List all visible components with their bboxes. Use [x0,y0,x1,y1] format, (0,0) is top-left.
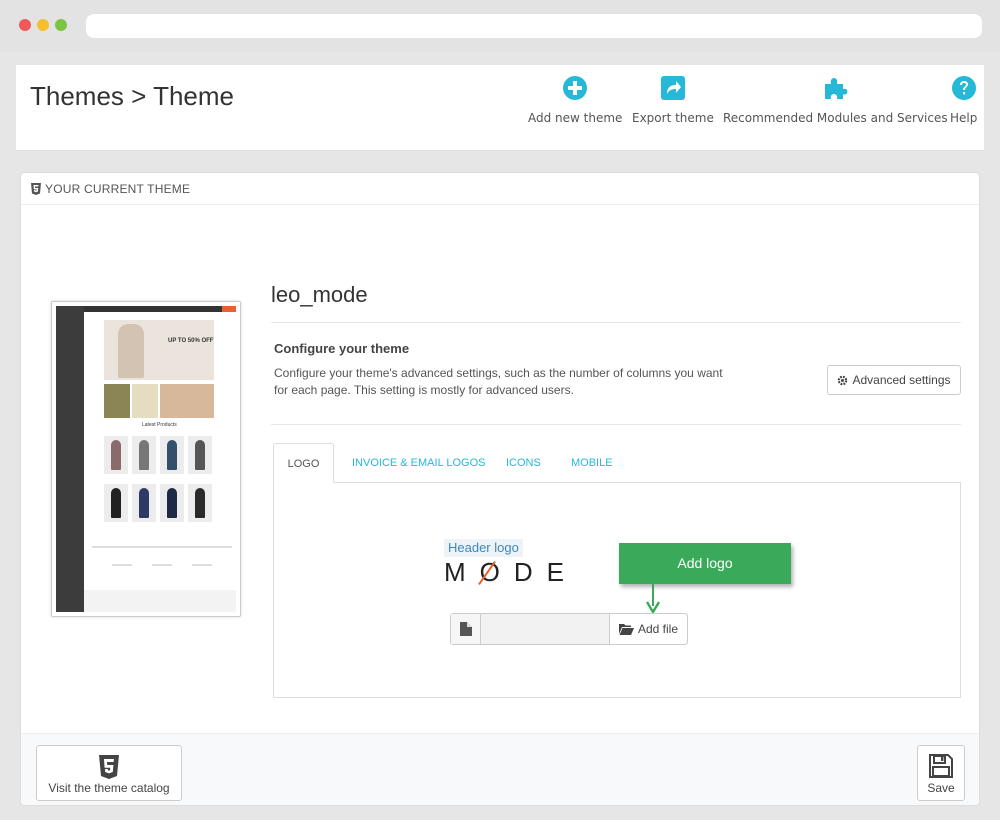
logo-tabs: LOGO INVOICE & EMAIL LOGOS ICONS MOBILE [273,443,961,483]
save-button[interactable]: Save [917,745,965,801]
preview-tile [160,384,214,418]
advanced-settings-label: Advanced settings [852,373,951,387]
tab-invoice-email-logos[interactable]: INVOICE & EMAIL LOGOS [352,443,485,483]
preview-product [160,484,184,522]
preview-divider [152,564,172,566]
preview-footer [84,590,236,612]
logo-tab-content: Header logo MODE Add logo Add file [273,482,961,698]
puzzle-icon [825,78,848,99]
window-maximize-dot[interactable] [55,19,67,31]
preview-hero-banner: UP TO 50% OFF [104,320,214,380]
address-bar[interactable] [86,14,982,38]
file-icon-addon [451,614,481,644]
add-file-button[interactable]: Add file [609,614,687,644]
export-theme-button[interactable]: Export theme [632,75,714,125]
preview-product [160,436,184,474]
current-theme-panel: YOUR CURRENT THEME UP TO 50% OFF Latest … [20,172,980,806]
preview-divider [192,564,212,566]
add-new-theme-button[interactable]: Add new theme [528,75,622,125]
browser-chrome [0,0,1000,52]
header-logo-label: Header logo [444,539,523,557]
advanced-settings-button[interactable]: Advanced settings [827,365,961,395]
preview-divider [92,546,232,548]
visit-theme-catalog-button[interactable]: Visit the theme catalog [36,745,182,801]
header-logo-image: MODE [444,557,578,587]
panel-heading-text: YOUR CURRENT THEME [45,182,191,196]
preview-sidebar [56,306,84,612]
preview-product [132,436,156,474]
window-close-dot[interactable] [19,19,31,31]
arrow-down-icon [646,584,660,614]
preview-product [132,484,156,522]
add-logo-callout: Add logo [619,543,791,584]
preview-tile [132,384,158,418]
preview-section-title: Latest Products [142,422,177,428]
export-theme-label: Export theme [632,111,714,125]
add-new-theme-label: Add new theme [528,111,623,125]
preview-divider [112,564,132,566]
panel-heading: YOUR CURRENT THEME [21,173,979,205]
help-label: Help [950,111,978,125]
preview-product [104,436,128,474]
file-icon [460,622,472,636]
help-button[interactable]: Help [950,75,977,125]
add-file-label: Add file [637,622,679,636]
configure-title: Configure your theme [274,341,410,356]
window-minimize-dot[interactable] [37,19,49,31]
preview-hero-text: UP TO 50% OFF [168,338,214,344]
preview-product [104,484,128,522]
floppy-disk-icon [929,754,953,778]
panel-footer: Visit the theme catalog Save [21,733,979,805]
logo-file-input[interactable]: Add file [450,613,688,645]
preview-tile [104,384,130,418]
export-share-icon [660,76,685,100]
tab-mobile[interactable]: MOBILE [571,443,613,483]
html5-icon [31,183,41,195]
theme-name: leo_mode [271,282,368,307]
visit-theme-catalog-label: Visit the theme catalog [48,781,170,795]
theme-preview-thumbnail[interactable]: UP TO 50% OFF Latest Products [51,301,241,617]
preview-product [188,436,212,474]
folder-open-icon [618,624,634,635]
page-title: Themes > Theme [30,81,235,111]
recommended-modules-label: Recommended Modules and Services [723,111,948,125]
page-header: Themes > Theme Add new theme Export them… [16,65,984,151]
tab-logo[interactable]: LOGO [273,443,334,483]
html5-icon [99,755,119,779]
question-circle-icon [951,76,976,100]
save-label: Save [927,781,955,795]
preview-topbar [84,306,236,312]
divider [271,424,961,425]
preview-product [188,484,212,522]
gear-icon [838,375,848,385]
divider [271,322,961,323]
tab-icons[interactable]: ICONS [506,443,541,483]
configure-description: Configure your theme's advanced settings… [274,366,723,397]
recommended-modules-button[interactable]: Recommended Modules and Services [723,75,948,125]
plus-circle-icon [563,76,588,100]
